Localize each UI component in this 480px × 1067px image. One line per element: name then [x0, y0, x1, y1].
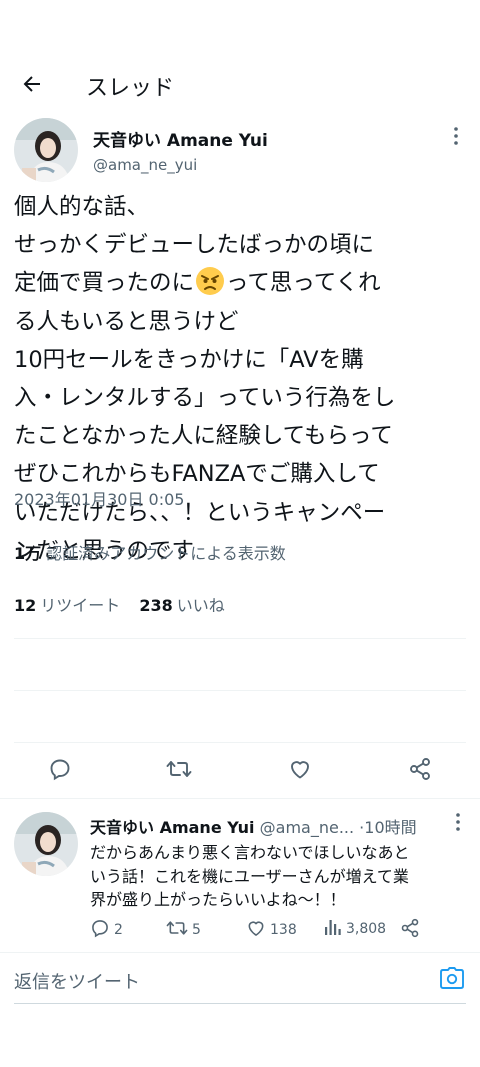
retweet-button[interactable] — [166, 758, 192, 784]
engagement-stats: 12 リツイート 238 いいね — [14, 592, 239, 616]
views-stat[interactable]: 1万 認証済みアカウントによる表示数 — [14, 540, 286, 564]
like-button[interactable]: 138 — [246, 918, 297, 942]
reply-button[interactable]: 2 — [90, 918, 123, 942]
reply-header: 天音ゆい Amane Yui @ama_ne... ·10時間 — [90, 814, 450, 838]
tweet-timestamp[interactable]: 2023年01月30日 0:05 — [14, 486, 184, 510]
more-vertical-icon — [453, 126, 459, 150]
like-button[interactable] — [287, 758, 313, 784]
user-handle[interactable]: @ama_ne... — [260, 818, 354, 837]
views-label: 認証済みアカウントによる表示数 — [46, 544, 286, 563]
avatar[interactable] — [14, 118, 78, 182]
camera-button[interactable] — [438, 966, 466, 994]
views-count: 1万 — [14, 544, 42, 563]
views-count: 3,808 — [346, 921, 387, 937]
retweet-label: リツイート — [40, 596, 121, 615]
angry-face-icon — [195, 266, 225, 296]
share-icon — [408, 757, 432, 785]
like-label: いいね — [176, 596, 225, 615]
reply-compose-input[interactable]: 返信をツイート — [14, 968, 414, 994]
compose-underline — [14, 1003, 466, 1004]
views-button[interactable]: 3,808 — [324, 918, 386, 940]
retweet-icon — [166, 757, 192, 785]
heart-icon — [246, 918, 266, 942]
share-button[interactable] — [407, 758, 433, 784]
heart-icon — [288, 757, 312, 785]
reply-icon — [90, 918, 110, 942]
like-count: 138 — [270, 922, 297, 938]
divider — [14, 742, 466, 743]
reply-action-bar: 2 5 138 3,808 — [90, 918, 470, 942]
top-bar: スレッド — [0, 56, 480, 116]
retweet-button[interactable]: 5 — [166, 918, 201, 942]
reply-text: だからあんまり悪く言わないでほしいなあと いう話！これを機にユーザーさんが増えて… — [90, 843, 410, 909]
retweet-stat[interactable]: 12 リツイート — [14, 596, 120, 615]
share-button[interactable] — [400, 918, 420, 942]
divider — [14, 690, 466, 691]
more-vertical-icon — [455, 812, 461, 836]
tweet-text: 個人的な話、 せっかくデビューしたばっかの頃に 定価で買ったのに って思ってくれ … — [14, 188, 470, 570]
page-title: スレッド — [86, 76, 175, 101]
reply-icon — [48, 757, 72, 785]
divider — [14, 638, 466, 639]
back-button[interactable] — [14, 68, 50, 104]
reply-tweet[interactable]: 天音ゆい Amane Yui @ama_ne... ·10時間 だからあんまり悪… — [0, 800, 480, 950]
more-button[interactable] — [446, 812, 470, 836]
display-name[interactable]: 天音ゆい Amane Yui — [90, 818, 255, 837]
divider — [0, 952, 480, 953]
tweet-action-bar — [0, 746, 480, 796]
like-count: 238 — [139, 596, 173, 615]
reply-count: 2 — [114, 922, 123, 938]
user-handle[interactable]: @ama_ne_yui — [93, 156, 197, 174]
tweet-text-part-2: って思ってくれ る人もいると思うけど 10円セールをきっかけに「AVを購 入・レ… — [14, 270, 396, 564]
reply-button[interactable] — [47, 758, 73, 784]
retweet-count: 12 — [14, 596, 37, 615]
camera-icon — [440, 967, 464, 993]
bar-chart-icon — [324, 918, 342, 940]
display-name[interactable]: 天音ゆい Amane Yui — [93, 126, 268, 151]
arrow-left-icon — [20, 72, 44, 100]
avatar[interactable] — [14, 812, 78, 876]
divider — [0, 798, 480, 799]
share-icon — [400, 918, 420, 942]
retweet-icon — [166, 918, 188, 942]
more-button[interactable] — [444, 126, 468, 150]
reply-time[interactable]: 10時間 — [364, 818, 416, 837]
like-stat[interactable]: 238 いいね — [139, 596, 224, 615]
retweet-count: 5 — [192, 922, 201, 938]
